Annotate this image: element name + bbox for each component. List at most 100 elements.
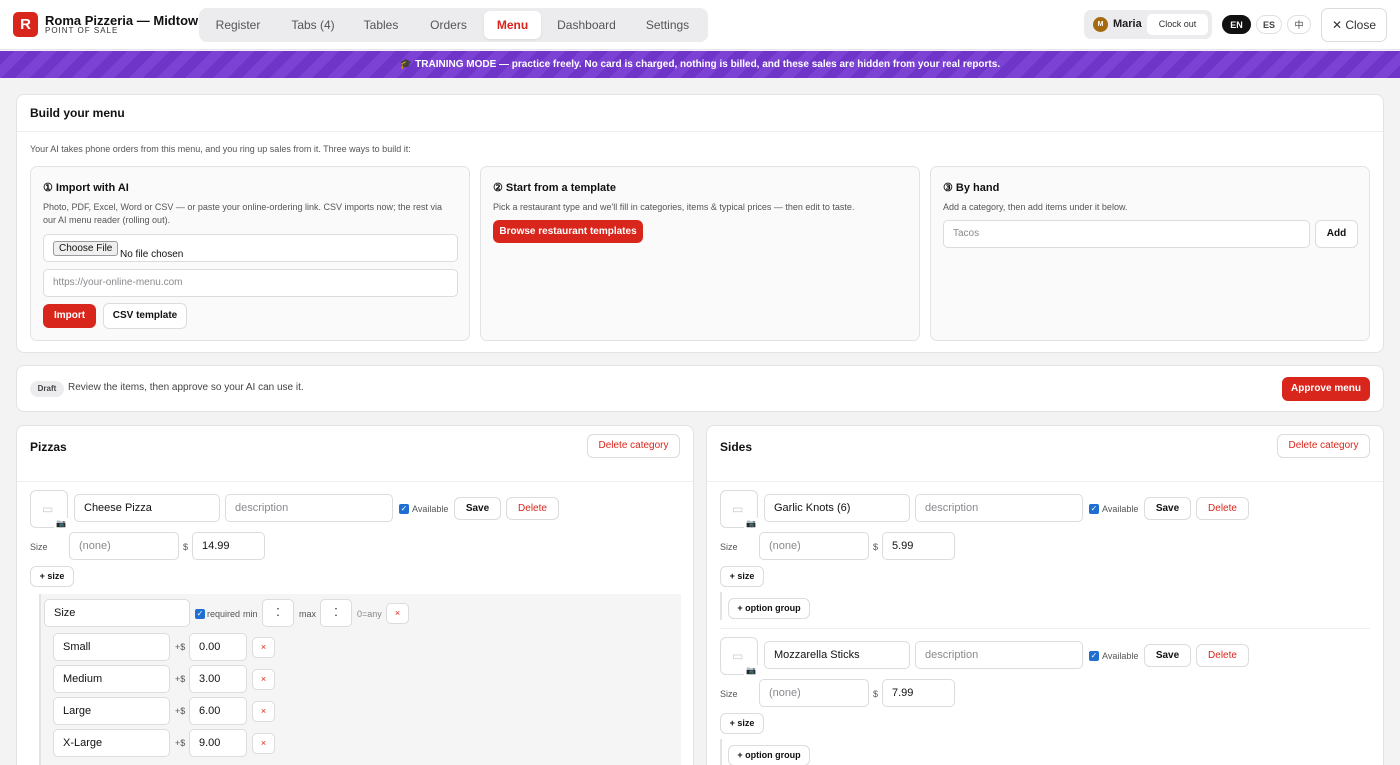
- available-checkbox[interactable]: ✓: [399, 504, 409, 514]
- divider: [17, 131, 1383, 132]
- item-photo[interactable]: ▭ 📷: [30, 490, 68, 530]
- delete-item-button[interactable]: Delete: [506, 497, 559, 520]
- divider: [720, 628, 1370, 629]
- save-item-button[interactable]: Save: [1144, 497, 1191, 520]
- size-name-input[interactable]: (none): [759, 532, 869, 560]
- image-placeholder-icon: ▭: [42, 502, 54, 516]
- item-photo[interactable]: ▭ 📷: [720, 490, 758, 530]
- add-category-button[interactable]: Add: [1315, 220, 1358, 248]
- category-name-input[interactable]: Tacos: [943, 220, 1310, 248]
- min-label: min: [243, 609, 258, 619]
- save-item-button[interactable]: Save: [1144, 644, 1191, 667]
- available-checkbox[interactable]: ✓: [1089, 651, 1099, 661]
- item-name-input[interactable]: Mozzarella Sticks: [764, 641, 910, 669]
- image-placeholder-icon: ▭: [732, 502, 744, 516]
- delete-item-button[interactable]: Delete: [1196, 644, 1249, 667]
- price-input[interactable]: 7.99: [882, 679, 955, 707]
- option-name-input[interactable]: X-Large: [53, 729, 170, 757]
- menu-url-input[interactable]: https://your-online-menu.com: [43, 269, 458, 297]
- min-stepper[interactable]: ⁚: [262, 599, 294, 627]
- option-group-name-input[interactable]: Size: [44, 599, 190, 627]
- tab-settings[interactable]: Settings: [631, 11, 704, 39]
- option-price-input[interactable]: 0.00: [189, 633, 247, 661]
- camera-icon[interactable]: 📷: [744, 665, 758, 677]
- group-indent-line: [720, 592, 722, 620]
- remove-option-button[interactable]: ×: [252, 669, 275, 690]
- remove-group-button[interactable]: ×: [386, 603, 409, 624]
- by-hand-desc: Add a category, then add items under it …: [943, 202, 1128, 212]
- zero-any-hint: 0=any: [357, 609, 382, 619]
- file-input[interactable]: Choose File No file chosen: [43, 234, 458, 262]
- max-stepper[interactable]: ⁚: [320, 599, 352, 627]
- tab-tables[interactable]: Tables: [352, 11, 410, 39]
- tab-menu[interactable]: Menu: [484, 11, 541, 39]
- price-input[interactable]: 14.99: [192, 532, 265, 560]
- browse-templates-button[interactable]: Browse restaurant templates: [493, 220, 643, 243]
- tab-tabs[interactable]: Tabs (4): [278, 11, 348, 39]
- lang-en-button[interactable]: EN: [1222, 15, 1251, 34]
- user-name: Maria: [1113, 18, 1142, 30]
- lang-zh-button[interactable]: 中: [1287, 15, 1311, 34]
- option-price-input[interactable]: 3.00: [189, 665, 247, 693]
- item-name-input[interactable]: Cheese Pizza: [74, 494, 220, 522]
- item-name-input[interactable]: Garlic Knots (6): [764, 494, 910, 522]
- currency-label: $: [873, 689, 879, 699]
- add-option-group-button[interactable]: + option group: [728, 598, 810, 619]
- item-description-input[interactable]: description: [915, 641, 1083, 669]
- currency-label: $: [183, 542, 189, 552]
- price-input[interactable]: 5.99: [882, 532, 955, 560]
- add-size-button[interactable]: + size: [720, 713, 764, 734]
- option-price-input[interactable]: 6.00: [189, 697, 247, 725]
- required-checkbox[interactable]: ✓: [195, 609, 205, 619]
- size-label: Size: [30, 542, 48, 552]
- file-status: No file chosen: [120, 249, 184, 260]
- option-name-input[interactable]: Large: [53, 697, 170, 725]
- option-group: Size ✓ required min ⁚ max ⁚ 0=any × Smal…: [39, 594, 681, 765]
- available-label: Available: [1102, 504, 1139, 514]
- remove-option-button[interactable]: ×: [252, 637, 275, 658]
- save-item-button[interactable]: Save: [454, 497, 501, 520]
- add-size-button[interactable]: + size: [30, 566, 74, 587]
- tab-orders[interactable]: Orders: [416, 11, 481, 39]
- camera-icon[interactable]: 📷: [744, 518, 758, 530]
- clock-out-button[interactable]: Clock out: [1147, 14, 1208, 35]
- item-photo[interactable]: ▭ 📷: [720, 637, 758, 677]
- add-option-group-button[interactable]: + option group: [728, 745, 810, 765]
- option-price-input[interactable]: 9.00: [189, 729, 247, 757]
- delete-category-button[interactable]: Delete category: [1277, 434, 1370, 458]
- plus-currency-label: +$: [175, 738, 186, 748]
- image-placeholder-icon: ▭: [732, 649, 744, 663]
- by-hand-title: ③ By hand: [943, 182, 1000, 194]
- available-checkbox[interactable]: ✓: [1089, 504, 1099, 514]
- camera-icon[interactable]: 📷: [54, 518, 68, 530]
- group-indent-line: [720, 739, 722, 765]
- import-ai-desc: Photo, PDF, Excel, Word or CSV — or past…: [43, 202, 442, 225]
- csv-template-button[interactable]: CSV template: [103, 303, 187, 329]
- tab-register[interactable]: Register: [203, 11, 273, 39]
- tab-dashboard[interactable]: Dashboard: [548, 11, 625, 39]
- approve-menu-button[interactable]: Approve menu: [1282, 377, 1370, 401]
- required-label: required: [207, 609, 241, 619]
- max-label: max: [299, 609, 317, 619]
- plus-currency-label: +$: [175, 642, 186, 652]
- lang-es-button[interactable]: ES: [1256, 15, 1282, 34]
- category-title: Pizzas: [30, 440, 67, 454]
- item-description-input[interactable]: description: [225, 494, 393, 522]
- close-button[interactable]: ✕ Close: [1321, 8, 1387, 42]
- template-desc: Pick a restaurant type and we'll fill in…: [493, 202, 855, 212]
- delete-category-button[interactable]: Delete category: [587, 434, 680, 458]
- import-button[interactable]: Import: [43, 304, 96, 328]
- draft-bar: Draft Review the items, then approve so …: [16, 365, 1384, 412]
- size-name-input[interactable]: (none): [69, 532, 179, 560]
- size-label: Size: [720, 689, 738, 699]
- item-description-input[interactable]: description: [915, 494, 1083, 522]
- delete-item-button[interactable]: Delete: [1196, 497, 1249, 520]
- choose-file-button[interactable]: Choose File: [53, 241, 119, 256]
- option-name-input[interactable]: Medium: [53, 665, 170, 693]
- remove-option-button[interactable]: ×: [252, 701, 275, 722]
- add-size-button[interactable]: + size: [720, 566, 764, 587]
- option-name-input[interactable]: Small: [53, 633, 170, 661]
- remove-option-button[interactable]: ×: [252, 733, 275, 754]
- size-name-input[interactable]: (none): [759, 679, 869, 707]
- category-title: Sides: [720, 440, 753, 454]
